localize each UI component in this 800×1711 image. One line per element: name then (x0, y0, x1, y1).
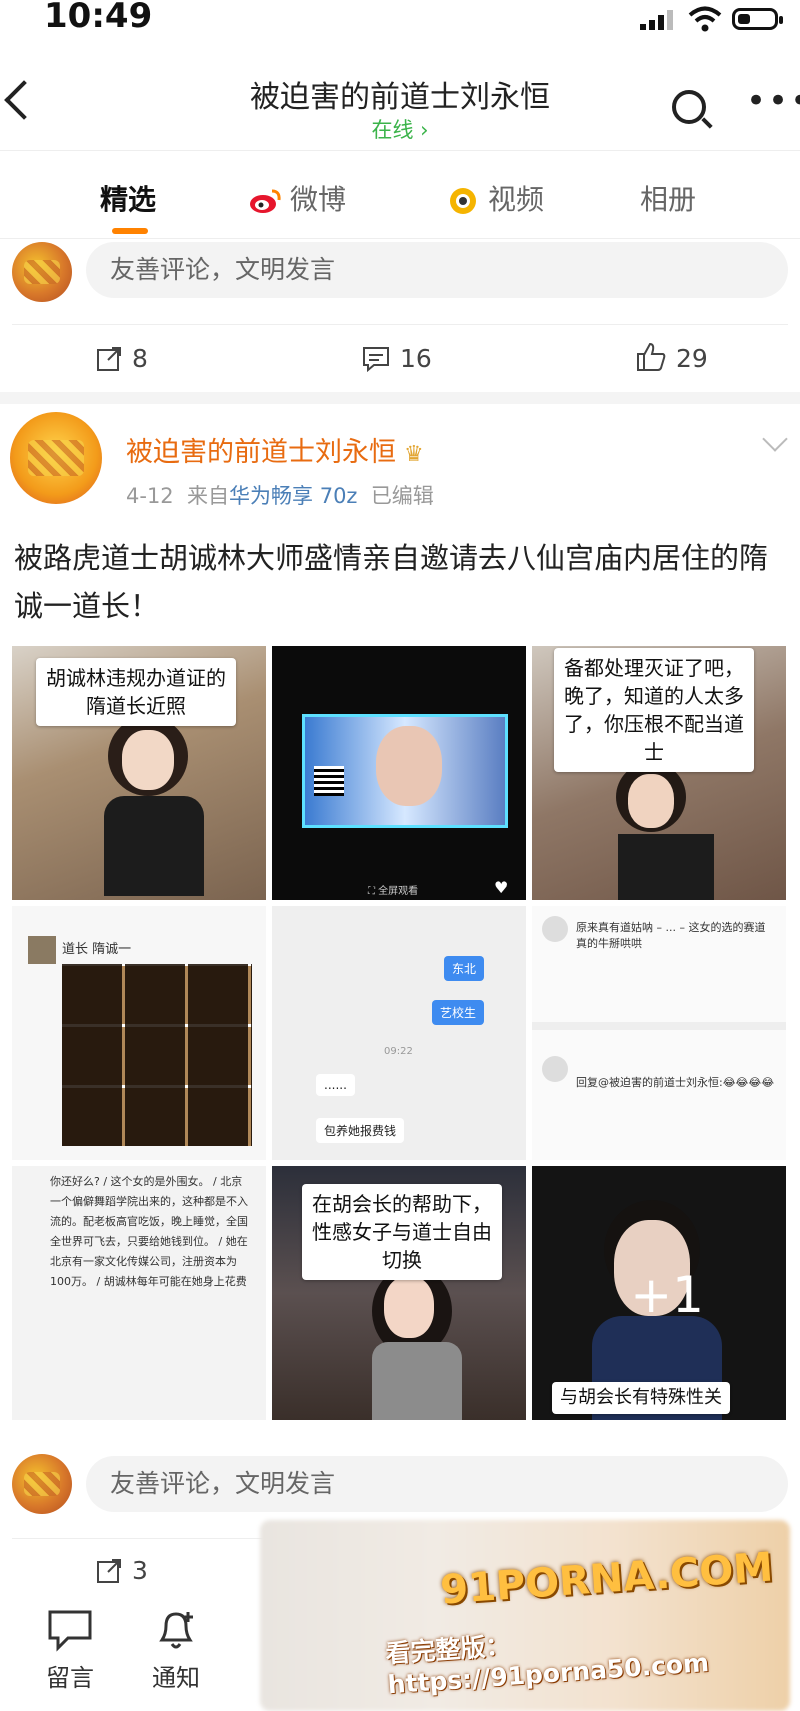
bell-icon (159, 1612, 193, 1649)
chat-time: 09:22 (384, 1046, 413, 1057)
post-image-3[interactable]: 备都处理灭证了吧， 晚了，知道的人太多 了，你压根不配当道 士 (532, 646, 786, 900)
author-avatar[interactable] (10, 412, 102, 504)
crown-icon: ♛ (404, 442, 424, 467)
header-divider (0, 150, 800, 151)
tabs-divider (0, 238, 800, 239)
qr-code (314, 766, 344, 796)
tab-video[interactable]: 视频 (446, 178, 544, 218)
chevron-down-icon[interactable] (762, 426, 788, 452)
person-body (618, 834, 714, 900)
post-image-4[interactable]: 道长 隋诚一 (12, 906, 266, 1160)
comment-icon (363, 347, 389, 373)
tab-featured[interactable]: 精选 (100, 178, 156, 218)
tab-label: 精选 (100, 183, 157, 216)
comment-input[interactable]: 友善评论，文明发言 (86, 1456, 788, 1512)
post-meta: 4-12 来自华为畅享 70z 已编辑 (126, 480, 434, 510)
wifi-icon (688, 6, 722, 32)
divider (532, 1022, 786, 1030)
nav-label: 留言 (46, 1664, 94, 1692)
tab-label: 视频 (488, 183, 545, 216)
post-text: 被路虎道士胡诚林大师盛情亲自邀请去八仙宫庙内居住的隋诚一道长！ (14, 541, 769, 623)
person-face (376, 726, 442, 806)
image-caption: 备都处理灭证了吧， 晚了，知道的人太多 了，你压根不配当道 士 (554, 648, 754, 772)
person-body (104, 796, 204, 896)
author-name-text: 被迫害的前道士刘永恒 (126, 437, 396, 468)
weibo-icon (250, 189, 281, 213)
tab-album[interactable]: 相册 (640, 178, 696, 218)
post-image-8[interactable]: 在胡会长的帮助下， 性感女子与道士自由 切换 (272, 1166, 526, 1420)
comment-input[interactable]: 友善评论，文明发言 (86, 242, 788, 298)
image-caption: 你还好么? / 这个女的是外围女。 / 北京一个偏僻舞蹈学院出来的，这种都是不入… (50, 1175, 248, 1288)
chat-bubble: 包养她报费钱 (316, 1118, 405, 1143)
repost-count: 8 (132, 344, 148, 373)
avatar[interactable] (12, 1454, 72, 1514)
signal-icon (640, 10, 673, 30)
post-image-6[interactable]: 原来真有道姑呐 – ... – 这女的选的赛道真的牛掰哄哄 回复@被迫害的前道士… (532, 906, 786, 1160)
repost-icon (97, 347, 121, 371)
image-caption: 道长 隋诚一 (62, 942, 132, 957)
thumbs-up-icon (637, 342, 666, 371)
tab-weibo[interactable]: 微博 (248, 178, 346, 218)
heart-icon[interactable]: ♥ (494, 878, 508, 897)
person-face (384, 1276, 434, 1338)
message-icon (48, 1610, 92, 1652)
person-body (372, 1342, 462, 1420)
chat-bubble: 东北 (444, 956, 485, 981)
search-icon[interactable] (672, 90, 706, 124)
post-image-1[interactable]: 胡诚林违规办道证的 隋道长近照 (12, 646, 266, 900)
reply-text: 回复@被迫害的前道士刘永恒:😂😂😂😂 (576, 1076, 775, 1089)
repost-button[interactable]: 3 (96, 1556, 148, 1585)
post-image-2[interactable]: ⛶ 全屏观看 ♥ (272, 646, 526, 900)
avatar (542, 1056, 568, 1082)
fullscreen-label: ⛶ 全屏观看 (368, 886, 419, 897)
nav-label: 通知 (152, 1664, 200, 1692)
person-face (628, 774, 674, 828)
image-caption: 在胡会长的帮助下， 性感女子与道士自由 切换 (302, 1184, 502, 1280)
avatar (542, 916, 568, 942)
more-images-count[interactable]: +1 (630, 1266, 704, 1324)
message-button[interactable]: 留言 (40, 1608, 100, 1693)
chat-bubble: ...... (316, 1074, 355, 1096)
like-count: 29 (676, 344, 708, 373)
edited-label: 已编辑 (370, 484, 434, 508)
image-caption: 原来真有道姑呐 – ... – 这女的选的赛道真的牛掰哄哄 (576, 921, 766, 950)
author-name[interactable]: 被迫害的前道士刘永恒 ♛ (126, 430, 424, 469)
video-icon (450, 188, 476, 214)
status-time: 10:49 (44, 0, 153, 36)
post-date: 4-12 (126, 484, 174, 508)
status-bar: 10:49 (0, 0, 800, 40)
image-caption: 胡诚林违规办道证的 隋道长近照 (36, 658, 236, 726)
post-image-5[interactable]: 东北 艺校生 09:22 ...... 包养她报费钱 (272, 906, 526, 1160)
tab-label: 相册 (640, 183, 697, 216)
post-device[interactable]: 华为畅享 70z (229, 484, 357, 508)
divider (12, 324, 788, 325)
repost-count: 3 (132, 1556, 148, 1585)
tab-label: 微博 (290, 183, 347, 216)
comment-count: 16 (400, 344, 432, 373)
comment-button[interactable]: 16 (362, 344, 432, 373)
person-face (122, 730, 174, 790)
section-separator (0, 392, 800, 404)
post-image-7[interactable]: 你还好么? / 这个女的是外围女。 / 北京一个偏僻舞蹈学院出来的，这种都是不入… (12, 1166, 266, 1420)
avatar (28, 936, 56, 964)
repost-button[interactable]: 8 (96, 344, 148, 373)
photo-collage (62, 964, 252, 1146)
post-from: 来自 (187, 484, 230, 508)
active-tab-indicator (112, 228, 148, 234)
image-caption: 与胡会长有特殊性关 (552, 1382, 730, 1414)
battery-icon (732, 8, 783, 30)
like-button[interactable]: 29 (636, 342, 708, 373)
chat-bubble: 艺校生 (432, 1000, 485, 1025)
more-icon[interactable]: ••• (746, 84, 800, 118)
notification-button[interactable]: 通知 (146, 1608, 206, 1693)
repost-icon (97, 1559, 121, 1583)
avatar[interactable] (12, 242, 72, 302)
